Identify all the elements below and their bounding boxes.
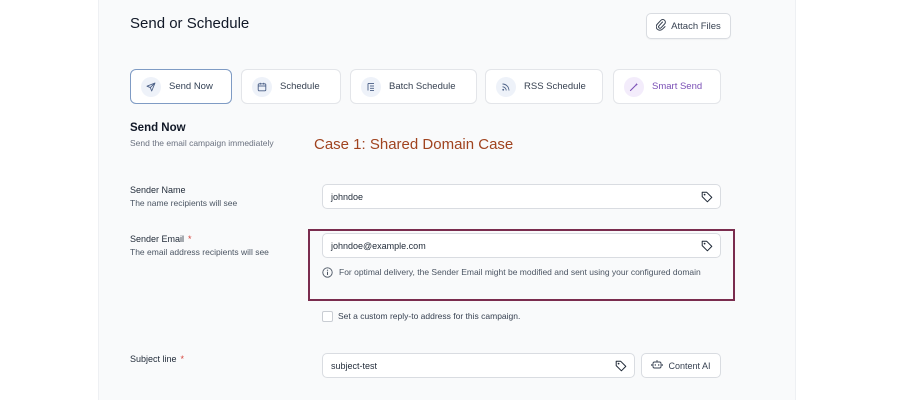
sender-name-label: Sender Name xyxy=(130,185,186,195)
attach-files-label: Attach Files xyxy=(671,20,721,32)
reply-to-label[interactable]: Set a custom reply-to address for this c… xyxy=(338,311,520,321)
tab-label: Smart Send xyxy=(652,81,703,92)
content-ai-label: Content AI xyxy=(668,360,711,371)
subject-line-label: Subject line * xyxy=(130,354,184,364)
sender-email-hint: The email address recipients will see xyxy=(130,247,269,257)
robot-icon xyxy=(651,359,664,372)
reply-to-checkbox[interactable] xyxy=(322,311,333,322)
tab-schedule[interactable]: Schedule xyxy=(241,69,341,104)
tab-label: RSS Schedule xyxy=(524,81,586,92)
tab-label: Send Now xyxy=(169,81,213,92)
sender-name-hint: The name recipients will see xyxy=(130,198,238,208)
sender-email-label: Sender Email * xyxy=(130,234,192,244)
tab-batch-schedule[interactable]: Batch Schedule xyxy=(350,69,477,104)
section-description: Send the email campaign immediately xyxy=(130,138,274,148)
magic-wand-icon xyxy=(624,76,644,97)
calendar-icon xyxy=(252,76,272,97)
tag-icon[interactable] xyxy=(700,190,714,204)
subject-line-input[interactable]: subject-test xyxy=(322,353,635,378)
tab-label: Schedule xyxy=(280,81,320,92)
tab-send-now[interactable]: Send Now xyxy=(130,69,232,104)
sender-email-label-text: Sender Email xyxy=(130,234,185,244)
tab-smart-send[interactable]: Smart Send xyxy=(613,69,721,104)
subject-line-label-text: Subject line xyxy=(130,354,177,364)
content-ai-button[interactable]: Content AI xyxy=(641,353,721,378)
required-marker: * xyxy=(180,354,185,364)
required-marker: * xyxy=(188,234,192,244)
sender-name-value: johndoe xyxy=(331,191,364,202)
section-title: Send Now xyxy=(130,122,186,134)
tag-icon[interactable] xyxy=(614,359,628,373)
batch-list-icon xyxy=(361,76,381,97)
page-title: Send or Schedule xyxy=(130,15,250,32)
highlight-box xyxy=(308,229,735,301)
sender-name-input[interactable]: johndoe xyxy=(322,184,721,209)
send-icon xyxy=(141,76,161,97)
rss-icon xyxy=(496,76,516,97)
attach-files-button[interactable]: Attach Files xyxy=(646,13,731,39)
paperclip-icon xyxy=(655,18,667,34)
tab-rss-schedule[interactable]: RSS Schedule xyxy=(485,69,603,104)
subject-line-value: subject-test xyxy=(331,360,378,371)
tab-label: Batch Schedule xyxy=(389,81,456,92)
annotation-label: Case 1: Shared Domain Case xyxy=(314,136,514,153)
